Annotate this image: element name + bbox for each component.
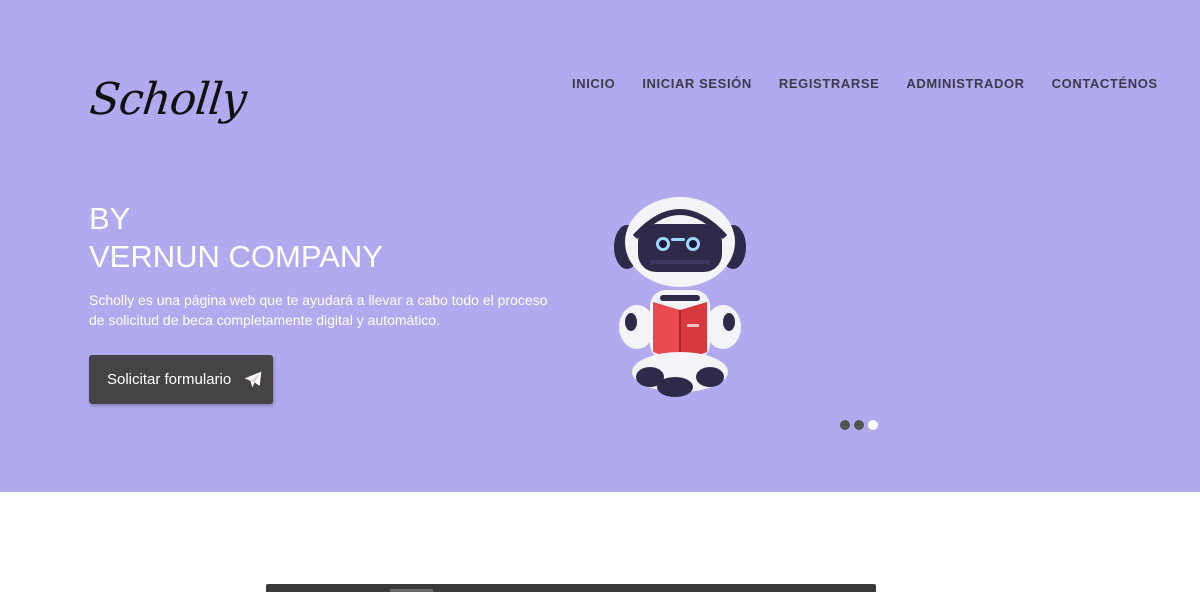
nav-item-administrador[interactable]: ADMINISTRADOR bbox=[906, 76, 1024, 91]
nav-item-contactenos[interactable]: CONTACTÉNOS bbox=[1052, 76, 1158, 91]
nav-item-iniciar-sesion[interactable]: INICIAR SESIÓN bbox=[642, 76, 752, 91]
solicitar-formulario-button[interactable]: Solicitar formulario bbox=[89, 355, 273, 404]
hero-description: Scholly es una página web que te ayudará… bbox=[89, 292, 548, 328]
carousel-dot-3[interactable] bbox=[868, 420, 878, 430]
carousel-dot-2[interactable] bbox=[854, 420, 864, 430]
headline-line-2: VERNUN COMPANY bbox=[89, 239, 383, 274]
nav-item-inicio[interactable]: INICIO bbox=[572, 76, 615, 91]
brand-logo[interactable]: Scholly bbox=[87, 74, 248, 125]
robot-reading-illustration bbox=[614, 197, 746, 397]
content-panel-top bbox=[266, 584, 876, 592]
nav-item-registrarse[interactable]: REGISTRARSE bbox=[779, 76, 880, 91]
hero-section: Scholly INICIO INICIAR SESIÓN REGISTRARS… bbox=[0, 0, 1200, 492]
hero-headline: BY VERNUN COMPANY bbox=[89, 200, 383, 276]
headline-line-1: BY bbox=[89, 201, 131, 236]
carousel-dot-1[interactable] bbox=[840, 420, 850, 430]
carousel-indicators bbox=[840, 420, 878, 430]
main-nav: INICIO INICIAR SESIÓN REGISTRARSE ADMINI… bbox=[572, 76, 1158, 91]
paper-plane-icon bbox=[244, 371, 262, 387]
cta-label: Solicitar formulario bbox=[107, 371, 232, 388]
